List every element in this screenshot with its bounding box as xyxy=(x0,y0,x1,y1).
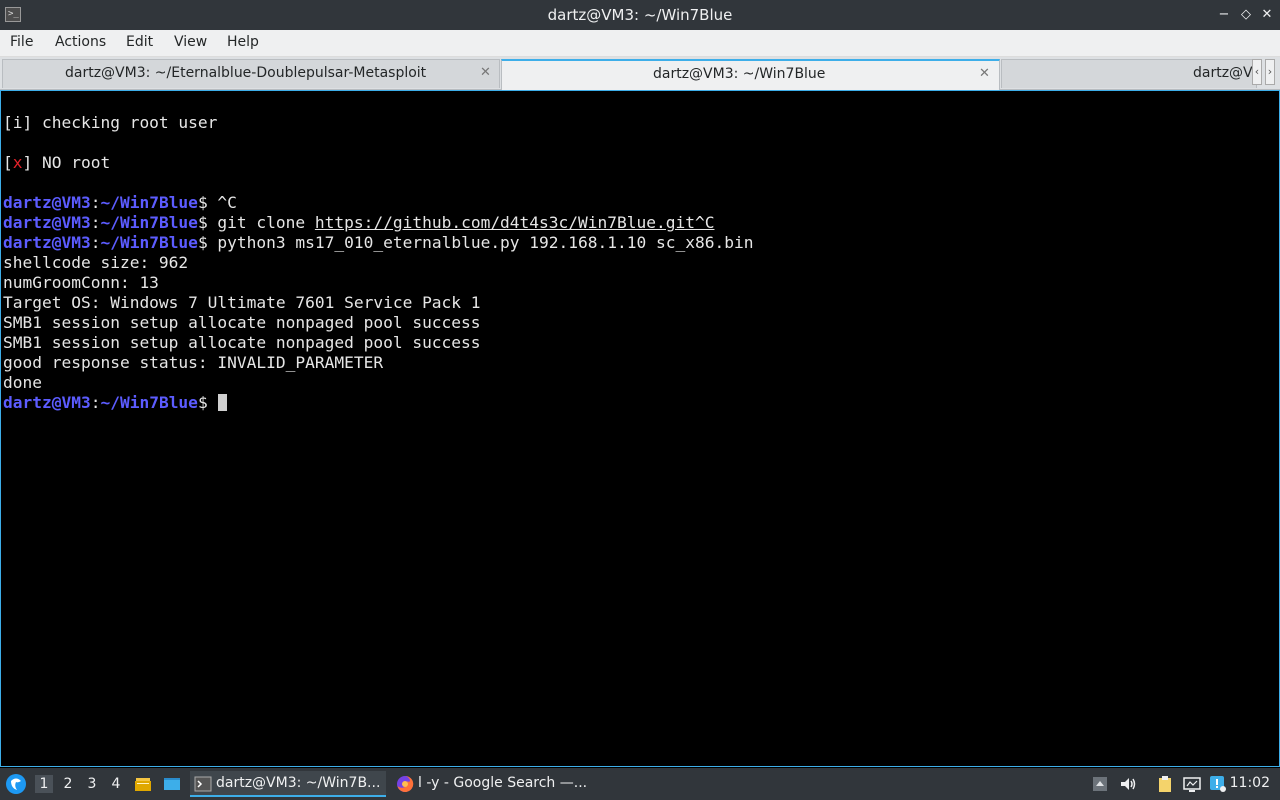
taskbar: 1 2 3 4 dartz@VM3: ~/Win7B... l -y - Goo… xyxy=(0,768,1280,800)
terminal-line: [x] NO root xyxy=(3,153,111,172)
terminal-output-line: SMB1 session setup allocate nonpaged poo… xyxy=(3,333,481,352)
desktop-2-button[interactable]: 2 xyxy=(59,775,77,793)
start-menu-icon[interactable] xyxy=(5,773,27,795)
terminal-output-line: numGroomConn: 13 xyxy=(3,273,159,292)
file-manager-icon[interactable] xyxy=(134,775,152,793)
minimize-button[interactable]: − xyxy=(1215,6,1233,24)
clipboard-icon[interactable] xyxy=(1156,775,1174,793)
terminal-output-line: shellcode size: 962 xyxy=(3,253,189,272)
tab-win7blue[interactable]: dartz@VM3: ~/Win7Blue ✕ xyxy=(501,59,1000,90)
close-tab-icon[interactable]: ✕ xyxy=(979,66,990,81)
tab-third[interactable]: dartz@V xyxy=(1001,59,1257,88)
network-icon[interactable] xyxy=(1183,775,1201,793)
volume-icon[interactable] xyxy=(1119,775,1137,793)
menu-help[interactable]: Help xyxy=(227,34,259,50)
tab-bar: dartz@VM3: ~/Eternalblue-Doublepulsar-Me… xyxy=(0,57,1280,90)
close-tab-icon[interactable]: ✕ xyxy=(480,65,491,80)
tab-label: dartz@VM3: ~/Win7Blue xyxy=(653,66,826,82)
tab-label: dartz@VM3: ~/Eternalblue-Doublepulsar-Me… xyxy=(65,65,427,81)
menu-bar: File Actions Edit View Help xyxy=(0,30,1280,57)
terminal-output-line: good response status: INVALID_PARAMETER xyxy=(3,353,384,372)
close-button[interactable]: ✕ xyxy=(1258,6,1276,24)
desktop-3-button[interactable]: 3 xyxy=(83,775,101,793)
tab-scroll-left-icon[interactable]: ‹ xyxy=(1252,59,1262,85)
terminal-line: [i] checking root user xyxy=(3,113,218,132)
terminal-output-line: SMB1 session setup allocate nonpaged poo… xyxy=(3,313,481,332)
desktop-4-button[interactable]: 4 xyxy=(107,775,125,793)
tab-eternalblue[interactable]: dartz@VM3: ~/Eternalblue-Doublepulsar-Me… xyxy=(2,59,500,88)
terminal-view[interactable]: [i] checking root user [x] NO root dartz… xyxy=(0,90,1280,767)
terminal-command-line: dartz@VM3:~/Win7Blue$ ^C xyxy=(3,193,237,212)
window-title: dartz@VM3: ~/Win7Blue xyxy=(547,6,733,24)
update-notifier-icon[interactable] xyxy=(1209,775,1227,793)
tray-expand-icon[interactable] xyxy=(1091,775,1109,793)
clock[interactable]: 11:02 xyxy=(1230,775,1270,791)
text-cursor xyxy=(218,394,228,411)
tab-label: dartz@V xyxy=(1193,65,1253,81)
terminal-output-line: done xyxy=(3,373,42,392)
task-terminal[interactable]: dartz@VM3: ~/Win7B... xyxy=(190,771,386,797)
terminal-output-line: Target OS: Windows 7 Ultimate 7601 Servi… xyxy=(3,293,481,312)
task-label: dartz@VM3: ~/Win7B... xyxy=(216,775,381,791)
tab-scroll-right-icon[interactable]: › xyxy=(1265,59,1275,85)
task-firefox[interactable]: l -y - Google Search —... xyxy=(392,771,592,797)
menu-actions[interactable]: Actions xyxy=(55,34,106,50)
terminal-command-line: dartz@VM3:~/Win7Blue$ python3 ms17_010_e… xyxy=(3,233,754,252)
menu-file[interactable]: File xyxy=(10,34,33,50)
menu-edit[interactable]: Edit xyxy=(126,34,153,50)
task-label: l -y - Google Search —... xyxy=(418,775,588,791)
show-desktop-icon[interactable] xyxy=(163,775,181,793)
terminal-link[interactable]: https://github.com/d4t4s3c/Win7Blue.git^… xyxy=(315,213,715,232)
firefox-icon xyxy=(397,775,414,792)
desktop-1-button[interactable]: 1 xyxy=(35,775,53,793)
maximize-button[interactable]: ◇ xyxy=(1237,6,1255,24)
menu-view[interactable]: View xyxy=(174,34,207,50)
terminal-command-line: dartz@VM3:~/Win7Blue$ git clone https://… xyxy=(3,213,715,232)
terminal-icon xyxy=(194,776,212,792)
terminal-active-prompt[interactable]: dartz@VM3:~/Win7Blue$ xyxy=(3,393,228,413)
window-titlebar: >_ dartz@VM3: ~/Win7Blue − ◇ ✕ xyxy=(0,0,1280,30)
error-marker: x xyxy=(12,153,23,172)
